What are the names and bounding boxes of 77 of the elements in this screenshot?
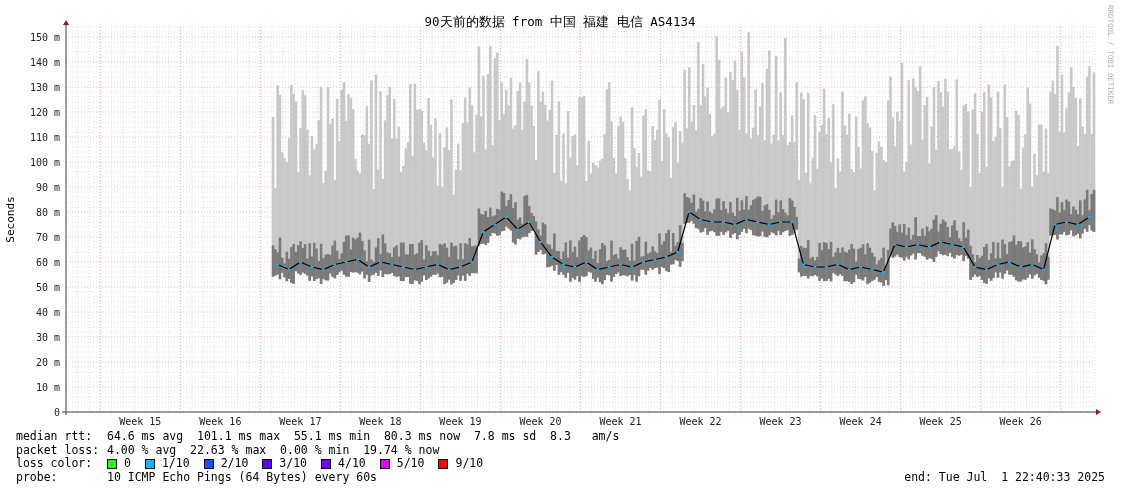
stat-values: 64.6 ms avg 101.1 ms max 55.1 ms min 80.3 ms now 7.8 ms sd 8.3 am/s — [107, 430, 620, 444]
y-tick-label: 20 m — [35, 357, 60, 368]
median-point — [493, 223, 497, 226]
probe-text: 10 ICMP Echo Pings (64 Bytes) every 60s — [107, 470, 378, 484]
x-tick-label: Week 15 — [119, 416, 162, 427]
median-point — [447, 268, 451, 271]
y-tick-label: 100 m — [29, 157, 60, 168]
median-point — [321, 268, 325, 271]
x-tick-label: Week 23 — [759, 416, 802, 427]
x-tick-label: Week 20 — [519, 416, 562, 427]
legend-label: 5/10 — [396, 457, 425, 471]
graph-title: 90天前的数据 from 中国 福建 电信 AS4134 — [424, 14, 696, 29]
median-point — [836, 263, 840, 266]
y-tick-label: 30 m — [35, 332, 60, 343]
x-tick-label: Week 19 — [439, 416, 482, 427]
median-point — [733, 223, 737, 226]
x-tick-label: Week 25 — [919, 416, 962, 427]
stat-values: 4.00 % avg 22.63 % max 0.00 % min 19.74 % now — [107, 443, 440, 457]
y-tick-label: 90 m — [35, 182, 60, 193]
stat-label: median rtt: — [16, 430, 94, 444]
median-point — [333, 263, 337, 266]
median-point — [356, 258, 360, 261]
median-point — [744, 218, 748, 221]
y-tick-label: 150 m — [29, 32, 60, 43]
y-tick-label: 70 m — [35, 232, 60, 243]
y-tick-label: 0 — [53, 407, 60, 418]
end-time: end: Tue Jul 1 22:40:33 2025 — [904, 470, 1105, 484]
median-point — [390, 263, 394, 266]
median-point — [699, 218, 703, 221]
median-point — [561, 263, 565, 266]
median-point — [1030, 263, 1034, 266]
legend-label: 0 — [124, 457, 131, 471]
median-point — [870, 268, 874, 271]
median-point — [287, 268, 291, 271]
x-tick-label: Week 17 — [279, 416, 322, 427]
probe-label: probe: — [16, 470, 59, 484]
median-point — [1053, 223, 1057, 226]
median-point — [916, 243, 920, 246]
y-tick-label: 40 m — [35, 307, 60, 318]
median-point — [1042, 268, 1046, 271]
median-point — [276, 263, 279, 266]
median-point — [893, 243, 897, 246]
median-point — [436, 263, 440, 266]
x-tick-label: Week 21 — [599, 416, 642, 427]
y-tick-label: 80 m — [35, 207, 60, 218]
median-point — [1076, 223, 1080, 226]
x-tick-label: Week 22 — [679, 416, 722, 427]
stat-label: packet loss: — [16, 443, 101, 457]
y-tick-label: 60 m — [35, 257, 60, 268]
median-point — [950, 243, 954, 246]
legend-label: 1/10 — [161, 457, 190, 471]
x-tick-label: Week 18 — [359, 416, 402, 427]
legend-label: 3/10 — [279, 457, 308, 471]
median-point — [413, 268, 417, 271]
y-tick-label: 140 m — [29, 57, 60, 68]
median-point — [653, 258, 657, 261]
y-axis-title: Seconds — [4, 196, 17, 243]
median-point — [984, 268, 988, 271]
median-point — [516, 228, 520, 231]
x-tick-label: Week 26 — [999, 416, 1042, 427]
y-tick-label: 50 m — [35, 282, 60, 293]
x-tick-label: Week 16 — [199, 416, 242, 427]
legend-label: 9/10 — [455, 457, 484, 471]
y-tick-label: 110 m — [29, 132, 60, 143]
median-point — [767, 223, 771, 226]
legend-label: 2/10 — [220, 457, 249, 471]
y-tick-label: 130 m — [29, 82, 60, 93]
legend-label: 4/10 — [338, 457, 366, 471]
median-point — [801, 263, 805, 266]
y-tick-label: 120 m — [29, 107, 60, 118]
median-point — [847, 268, 851, 271]
median-point — [596, 268, 600, 271]
median-point — [619, 263, 622, 266]
x-tick-label: Week 24 — [839, 416, 882, 427]
legend-label: loss color: — [16, 457, 94, 471]
median-point — [996, 263, 1000, 266]
y-tick-label: 10 m — [35, 382, 60, 393]
